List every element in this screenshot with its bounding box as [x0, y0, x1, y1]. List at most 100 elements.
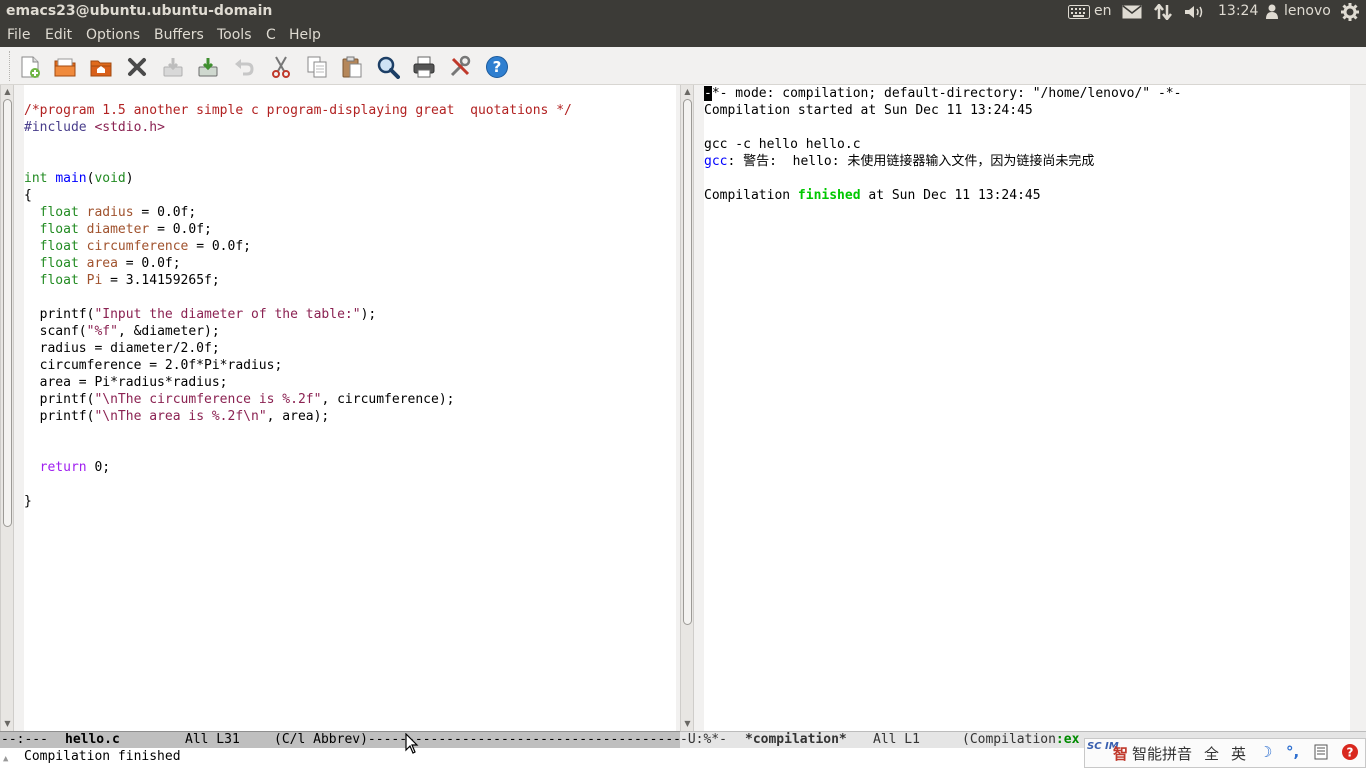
menu-bar: File Edit Options Buffers Tools C Help: [0, 24, 1366, 47]
code-line[interactable]: return 0;: [24, 459, 110, 476]
code-token: area = Pi*radius*radius;: [24, 375, 228, 390]
keyboard-layout[interactable]: en: [1094, 3, 1112, 19]
code-line[interactable]: radius = diameter/2.0f;: [24, 340, 220, 357]
ime-toolbar[interactable]: SC IM 智 智能拼音 全 英 ☽ °, ?: [1084, 738, 1366, 768]
code-token: void: [94, 171, 126, 186]
code-token: , circumference);: [321, 392, 455, 407]
left-scrollbar-thumb[interactable]: [3, 99, 12, 527]
code-token: finished: [797, 188, 861, 203]
code-line[interactable]: -*- mode: compilation; default-directory…: [704, 85, 1181, 102]
code-line[interactable]: circumference = 2.0f*Pi*radius;: [24, 357, 283, 374]
ime-help-icon[interactable]: ?: [1341, 743, 1359, 765]
menu-help[interactable]: Help: [289, 27, 321, 43]
ime-punctuation-icon[interactable]: °,: [1286, 743, 1299, 761]
ime-moon-icon[interactable]: ☽: [1259, 743, 1272, 761]
code-line[interactable]: Compilation finished at Sun Dec 11 13:24…: [704, 187, 1041, 204]
ime-softkeyboard-icon[interactable]: [1314, 744, 1330, 764]
save-as-icon[interactable]: [195, 54, 221, 80]
code-token: );: [360, 307, 377, 322]
compilation-pane[interactable]: -*- mode: compilation; default-directory…: [704, 85, 1350, 731]
code-token: printf(: [24, 307, 95, 322]
code-line[interactable]: printf("\nThe circumference is %.2f", ci…: [24, 391, 455, 408]
code-line[interactable]: float diameter = 0.0f;: [24, 221, 212, 238]
user-name[interactable]: lenovo: [1284, 3, 1331, 19]
mail-icon[interactable]: [1122, 5, 1142, 23]
print-icon[interactable]: [411, 54, 437, 80]
code-line[interactable]: float circumference = 0.0f;: [24, 238, 251, 255]
code-line[interactable]: area = Pi*radius*radius;: [24, 374, 228, 391]
ime-name[interactable]: 智能拼音: [1132, 743, 1192, 764]
code-token: = 0.0f;: [133, 205, 197, 220]
new-file-icon[interactable]: [17, 54, 43, 80]
code-token: diameter: [86, 222, 150, 237]
code-token: = 3.14159265f;: [102, 273, 220, 288]
mode-line-buffer-name[interactable]: hello.c: [65, 732, 120, 748]
code-token: {: [24, 188, 32, 203]
save-icon[interactable]: [160, 54, 186, 80]
menu-tools[interactable]: Tools: [217, 27, 252, 43]
code-line[interactable]: float Pi = 3.14159265f;: [24, 272, 220, 289]
right-scrollbar[interactable]: ▲ ▼: [680, 85, 694, 731]
code-line[interactable]: float radius = 0.0f;: [24, 204, 197, 221]
preferences-icon[interactable]: [447, 54, 473, 80]
mode-line-modes[interactable]: (C/l Abbrev)----------------------------…: [274, 732, 680, 748]
paste-icon[interactable]: [339, 54, 365, 80]
code-line[interactable]: int main(void): [24, 170, 134, 187]
code-token: "\nThe area is %.2f\n": [94, 409, 267, 424]
code-token: "%f": [86, 324, 118, 339]
mode-line-buffer-name[interactable]: *compilation*: [745, 732, 847, 748]
code-token: return: [39, 460, 87, 475]
code-token: "\nThe circumference is %.2f": [94, 392, 322, 407]
code-line[interactable]: Compilation started at Sun Dec 11 13:24:…: [704, 102, 1033, 119]
menu-c[interactable]: C: [266, 27, 276, 43]
ime-language[interactable]: 英: [1231, 743, 1246, 764]
copy-icon[interactable]: [304, 54, 330, 80]
right-scrollbar-thumb[interactable]: [683, 99, 692, 625]
close-buffer-icon[interactable]: [124, 54, 150, 80]
undo-icon[interactable]: [231, 54, 257, 80]
mode-line-modes[interactable]: (Compilation:ex: [962, 732, 1079, 748]
menu-buffers[interactable]: Buffers: [154, 27, 204, 43]
code-line[interactable]: gcc: 警告: hello: 未使用链接器输入文件，因为链接尚未完成: [704, 153, 1094, 170]
code-line[interactable]: }: [24, 493, 32, 510]
gear-icon[interactable]: [1341, 3, 1359, 25]
network-icon[interactable]: [1154, 2, 1172, 24]
code-token: *- mode: compilation; default-directory:…: [711, 86, 1182, 101]
code-token: 0;: [86, 460, 111, 475]
ime-mode-icon[interactable]: 智: [1113, 743, 1128, 764]
code-line[interactable]: /*program 1.5 another simple c program-d…: [24, 102, 572, 119]
help-icon[interactable]: ?: [484, 54, 510, 80]
mode-line-left[interactable]: --:--- hello.c All L31 (C/l Abbrev)-----…: [0, 731, 680, 748]
code-line[interactable]: float area = 0.0f;: [24, 255, 181, 272]
editor-pane-hello-c[interactable]: /*program 1.5 another simple c program-d…: [24, 85, 676, 731]
ime-full-width[interactable]: 全: [1204, 743, 1219, 764]
cut-icon[interactable]: [268, 54, 294, 80]
clock[interactable]: 13:24: [1218, 3, 1258, 19]
code-line[interactable]: #include <stdio.h>: [24, 119, 165, 136]
code-token: , &diameter);: [117, 324, 220, 339]
volume-icon[interactable]: [1184, 5, 1206, 23]
code-token: printf(: [24, 409, 95, 424]
code-line[interactable]: scanf("%f", &diameter);: [24, 323, 220, 340]
menu-file[interactable]: File: [7, 27, 30, 43]
keyboard-icon[interactable]: [1068, 5, 1090, 23]
code-token: float: [39, 256, 79, 271]
code-line[interactable]: printf("Input the diameter of the table:…: [24, 306, 377, 323]
open-directory-icon[interactable]: [88, 54, 114, 80]
code-token: : 警告: hello: 未使用链接器输入文件，因为链接尚未完成: [727, 154, 1095, 169]
code-token: radius: [86, 205, 134, 220]
code-token: /*program 1.5 another simple c program-d…: [24, 103, 572, 118]
code-line[interactable]: {: [24, 187, 32, 204]
open-file-icon[interactable]: [52, 54, 78, 80]
left-scrollbar[interactable]: ▲ ▼: [0, 85, 14, 731]
menu-options[interactable]: Options: [86, 27, 140, 43]
search-icon[interactable]: [375, 54, 401, 80]
code-token: area: [86, 256, 118, 271]
menu-edit[interactable]: Edit: [45, 27, 72, 43]
code-line[interactable]: printf("\nThe area is %.2f\n", area);: [24, 408, 330, 425]
code-line[interactable]: gcc -c hello hello.c: [704, 136, 861, 153]
